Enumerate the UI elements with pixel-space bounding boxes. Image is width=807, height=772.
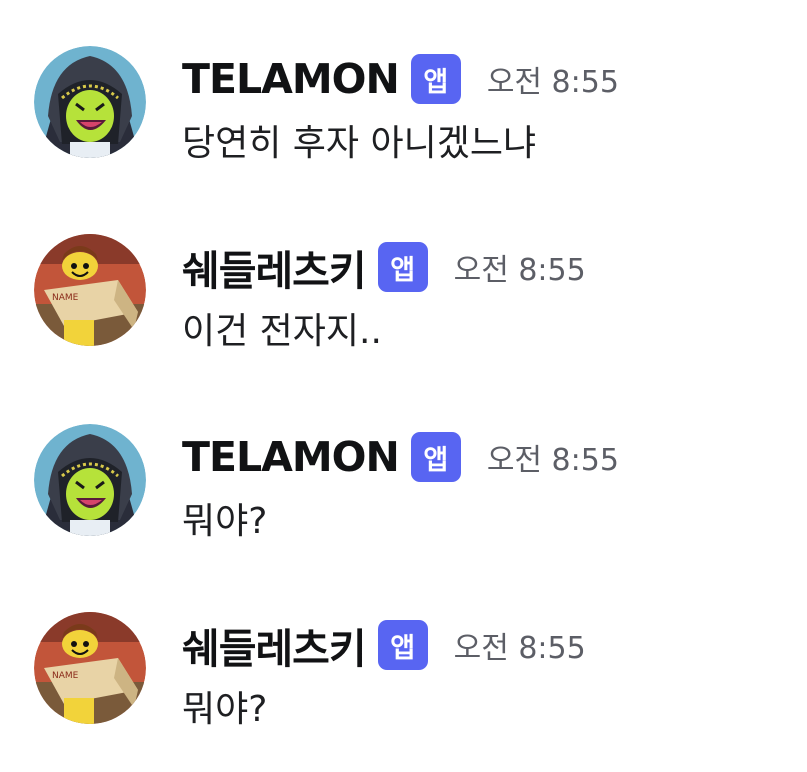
timestamp: 오전 8:55 [453,253,586,288]
app-badge: 앱 [410,432,461,482]
app-badge: 앱 [410,54,461,104]
message-text: 뭐야? [182,689,268,730]
timestamp: 오전 8:55 [486,65,619,100]
svg-text:NAME: NAME [52,671,79,681]
chat-message: TELAMON 앱 오전 8:55 당연히 후자 아니겠느냐 [0,40,807,180]
hooded-lego-avatar-icon[interactable] [34,46,146,158]
username[interactable]: TELAMON [182,433,400,481]
username[interactable]: 쉐들레츠키 [182,237,367,297]
message-header: 쉐들레츠키 앱 오전 8:55 [182,615,586,675]
lego-figure-with-box-avatar-icon[interactable]: NAME [34,612,146,724]
username[interactable]: 쉐들레츠키 [182,615,367,675]
chat-message: NAME 쉐들레츠키 앱 오전 8:55 이건 전자지.. [0,228,807,368]
lego-figure-with-box-avatar-icon[interactable]: NAME [34,234,146,346]
app-badge: 앱 [377,242,428,292]
message-header: TELAMON 앱 오전 8:55 [182,430,619,484]
app-badge: 앱 [377,620,428,670]
username[interactable]: TELAMON [182,55,400,103]
message-text: 이건 전자지.. [182,311,382,352]
chat-message-list: TELAMON 앱 오전 8:55 당연히 후자 아니겠느냐 NAME 쉐들레츠… [0,0,807,772]
chat-message: TELAMON 앱 오전 8:55 뭐야? [0,418,807,558]
hooded-lego-avatar-icon[interactable] [34,424,146,536]
message-header: 쉐들레츠키 앱 오전 8:55 [182,237,586,297]
svg-text:NAME: NAME [52,293,79,303]
message-text: 당연히 후자 아니겠느냐 [182,123,537,164]
message-header: TELAMON 앱 오전 8:55 [182,52,619,106]
timestamp: 오전 8:55 [453,631,586,666]
chat-message: NAME 쉐들레츠키 앱 오전 8:55 뭐야? [0,606,807,746]
timestamp: 오전 8:55 [486,443,619,478]
message-text: 뭐야? [182,501,268,542]
